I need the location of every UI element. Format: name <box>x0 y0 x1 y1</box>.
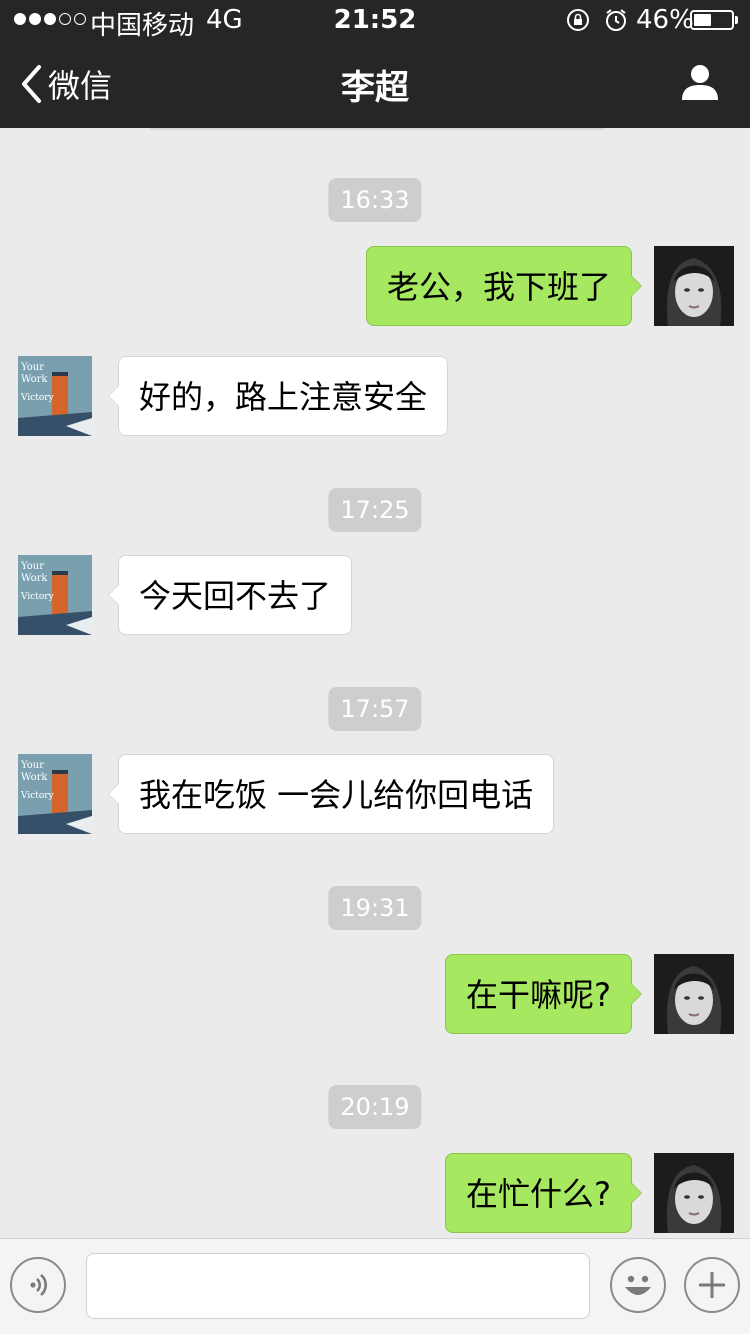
chat-screen: 中国移动 4G 21:52 46% 微信 李超 16:33 老公，我下班了 Yo… <box>0 0 750 1334</box>
contact-avatar[interactable]: Your Work Victory <box>18 356 98 436</box>
plus-icon <box>699 1272 725 1298</box>
svg-text:Your: Your <box>20 561 44 572</box>
person-icon <box>682 65 718 100</box>
svg-text:Work: Work <box>21 573 48 584</box>
sent-message[interactable]: 在忙什么? <box>445 1153 642 1233</box>
voice-input-button[interactable] <box>10 1257 66 1313</box>
contact-avatar[interactable]: Your Work Victory <box>18 754 98 834</box>
my-avatar[interactable] <box>654 1153 734 1233</box>
timestamp: 19:31 <box>328 886 422 930</box>
received-message[interactable]: 好的，路上注意安全 <box>107 356 449 436</box>
smiley-icon <box>625 1275 651 1295</box>
status-bar: 中国移动 4G 21:52 46% <box>0 0 750 41</box>
alarm-icon <box>606 9 626 31</box>
message-list[interactable]: 16:33 老公，我下班了 Your Work Victory 好的，路上注意安… <box>0 128 750 1238</box>
input-bar <box>0 1238 750 1334</box>
contact-avatar[interactable]: Your Work Victory <box>18 555 98 635</box>
svg-text:Victory: Victory <box>20 791 55 801</box>
my-avatar[interactable] <box>654 954 734 1034</box>
sent-message[interactable]: 老公，我下班了 <box>365 246 643 326</box>
contact-info-button[interactable] <box>680 62 720 106</box>
svg-text:Work: Work <box>21 772 48 783</box>
my-avatar[interactable] <box>654 246 734 326</box>
svg-text:Your: Your <box>20 760 44 771</box>
svg-text:Victory: Victory <box>20 393 55 403</box>
battery-icon <box>690 10 734 30</box>
svg-text:Work: Work <box>21 374 48 385</box>
nav-bar: 微信 李超 <box>0 40 750 128</box>
battery-percent: 46% <box>636 5 694 35</box>
divider <box>150 128 604 130</box>
rotation-lock-icon <box>567 9 589 31</box>
sent-message[interactable]: 在干嘛呢? <box>445 954 642 1034</box>
received-message[interactable]: 我在吃饭 一会儿给你回电话 <box>107 754 555 834</box>
timestamp: 17:25 <box>328 488 422 532</box>
timestamp: 16:33 <box>328 178 422 222</box>
timestamp: 17:57 <box>328 687 422 731</box>
voice-icon <box>30 1274 47 1296</box>
emoji-button[interactable] <box>610 1257 666 1313</box>
more-options-button[interactable] <box>684 1257 740 1313</box>
message-input[interactable] <box>86 1253 590 1319</box>
svg-text:Your: Your <box>20 362 44 373</box>
timestamp: 20:19 <box>328 1085 422 1129</box>
chat-title: 李超 <box>341 68 409 108</box>
svg-text:Victory: Victory <box>20 592 55 602</box>
received-message[interactable]: 今天回不去了 <box>107 555 353 635</box>
